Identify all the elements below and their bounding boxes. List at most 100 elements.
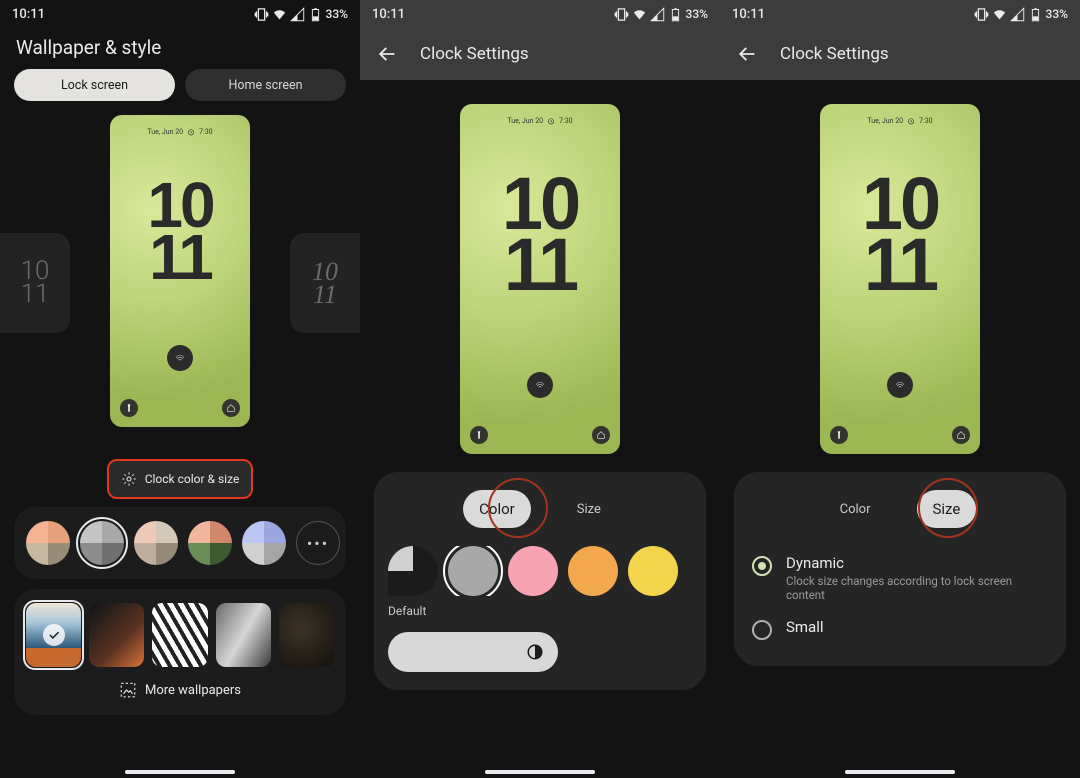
status-bar: 10:11 33%	[360, 0, 720, 28]
more-wallpapers-button[interactable]: More wallpapers	[26, 681, 334, 699]
back-button[interactable]	[376, 43, 398, 65]
status-bar: 10:11 33%	[720, 0, 1080, 28]
status-time: 10:11	[12, 7, 45, 22]
status-bar: 10:11 33%	[0, 0, 360, 28]
wifi-icon	[272, 7, 287, 22]
screen-title: Clock Settings	[780, 44, 889, 64]
clock-color-size-button[interactable]: Clock color & size	[109, 461, 251, 497]
check-icon	[43, 624, 65, 646]
signal-icon	[1010, 7, 1025, 22]
fingerprint-icon	[167, 345, 193, 371]
vibrate-icon	[614, 7, 629, 22]
alarm-icon	[547, 117, 555, 125]
gear-icon	[121, 471, 137, 487]
default-label: Default	[388, 604, 692, 618]
slider-thumb[interactable]	[526, 643, 544, 661]
tab-lock-screen[interactable]: Lock screen	[14, 69, 175, 101]
lock-screen-preview: Tue, Jun 20 7:30 10 11	[820, 104, 980, 454]
battery-icon	[1028, 7, 1043, 22]
saturation-slider[interactable]	[388, 632, 558, 672]
status-time: 10:11	[372, 7, 405, 22]
segment-color[interactable]: Color	[463, 490, 531, 528]
preview-date-row: Tue, Jun 20 7:30	[820, 117, 980, 125]
home-icon	[222, 399, 240, 417]
wallpaper-icon	[119, 681, 137, 699]
segment-size[interactable]: Size	[561, 494, 617, 525]
battery-pct: 33%	[686, 7, 708, 21]
preview-clock: 10 11	[820, 174, 980, 295]
wallpaper-thumb-4[interactable]	[216, 603, 271, 667]
radio-unchecked-icon	[752, 620, 772, 640]
alarm-icon	[907, 117, 915, 125]
signal-icon	[290, 7, 305, 22]
preview-clock: 10 11	[110, 179, 250, 284]
flashlight-icon	[830, 426, 848, 444]
fingerprint-icon	[527, 372, 553, 398]
top-app-bar: Clock Settings	[360, 28, 720, 80]
nav-bar[interactable]	[125, 770, 235, 774]
tab-home-screen[interactable]: Home screen	[185, 69, 346, 101]
palette-option-3[interactable]	[134, 521, 178, 565]
color-default[interactable]	[388, 546, 438, 596]
nav-bar[interactable]	[845, 770, 955, 774]
clock-settings-sheet: Color Size Dynamic Clock size changes ac…	[734, 472, 1066, 666]
status-icons: 33%	[254, 7, 348, 22]
back-button[interactable]	[736, 43, 758, 65]
top-app-bar: Clock Settings	[720, 28, 1080, 80]
flashlight-icon	[120, 399, 138, 417]
palette-option-1[interactable]	[26, 521, 70, 565]
nav-bar[interactable]	[485, 770, 595, 774]
preview-clock: 10 11	[460, 174, 620, 295]
color-grey[interactable]	[448, 546, 498, 596]
size-option-dynamic[interactable]: Dynamic Clock size changes according to …	[748, 546, 1052, 610]
wifi-icon	[632, 7, 647, 22]
battery-pct: 33%	[326, 7, 348, 21]
palette-option-4[interactable]	[188, 521, 232, 565]
clock-style-next[interactable]: 10 11	[290, 233, 360, 333]
clock-style-carousel: 10 11 10 11 Tue, Jun 20 7:30 10 11	[0, 115, 360, 455]
signal-icon	[650, 7, 665, 22]
fingerprint-icon	[887, 372, 913, 398]
battery-icon	[308, 7, 323, 22]
home-icon	[952, 426, 970, 444]
status-time: 10:11	[732, 7, 765, 22]
wifi-icon	[992, 7, 1007, 22]
preview-date-row: Tue, Jun 20 7:30	[460, 117, 620, 125]
wallpaper-thumb-1[interactable]	[26, 603, 81, 667]
wallpaper-section: More wallpapers	[14, 589, 346, 715]
color-yellow[interactable]	[628, 546, 678, 596]
radio-checked-icon	[752, 556, 772, 576]
lock-screen-preview: Tue, Jun 20 7:30 10 11	[110, 115, 250, 427]
vibrate-icon	[254, 7, 269, 22]
segment-color[interactable]: Color	[824, 494, 887, 525]
battery-pct: 33%	[1046, 7, 1068, 21]
segment-control: Color Size	[748, 490, 1052, 528]
page-title: Wallpaper & style	[0, 28, 360, 69]
color-pink[interactable]	[508, 546, 558, 596]
color-options	[388, 546, 692, 596]
clock-style-prev[interactable]: 10 11	[0, 233, 70, 333]
preview-date-row: Tue, Jun 20 7:30	[110, 128, 250, 136]
alarm-icon	[187, 128, 195, 136]
clock-settings-sheet: Color Size Default	[374, 472, 706, 690]
status-icons: 33%	[974, 7, 1068, 22]
lock-screen-preview: Tue, Jun 20 7:30 10 11	[460, 104, 620, 454]
size-option-small[interactable]: Small	[748, 610, 1052, 648]
wallpaper-thumb-3[interactable]	[152, 603, 207, 667]
segment-control: Color Size	[388, 490, 692, 528]
flashlight-icon	[470, 426, 488, 444]
vibrate-icon	[974, 7, 989, 22]
palette-option-2[interactable]	[80, 521, 124, 565]
battery-icon	[668, 7, 683, 22]
screen-tabs: Lock screen Home screen	[0, 69, 360, 115]
palette-option-5[interactable]	[242, 521, 286, 565]
screen-title: Clock Settings	[420, 44, 529, 64]
color-palette-row: •••	[14, 507, 346, 579]
segment-size[interactable]: Size	[917, 490, 977, 528]
color-orange[interactable]	[568, 546, 618, 596]
status-icons: 33%	[614, 7, 708, 22]
home-icon	[592, 426, 610, 444]
wallpaper-thumb-5[interactable]	[279, 603, 334, 667]
wallpaper-thumb-2[interactable]	[89, 603, 144, 667]
palette-more-button[interactable]: •••	[296, 521, 340, 565]
